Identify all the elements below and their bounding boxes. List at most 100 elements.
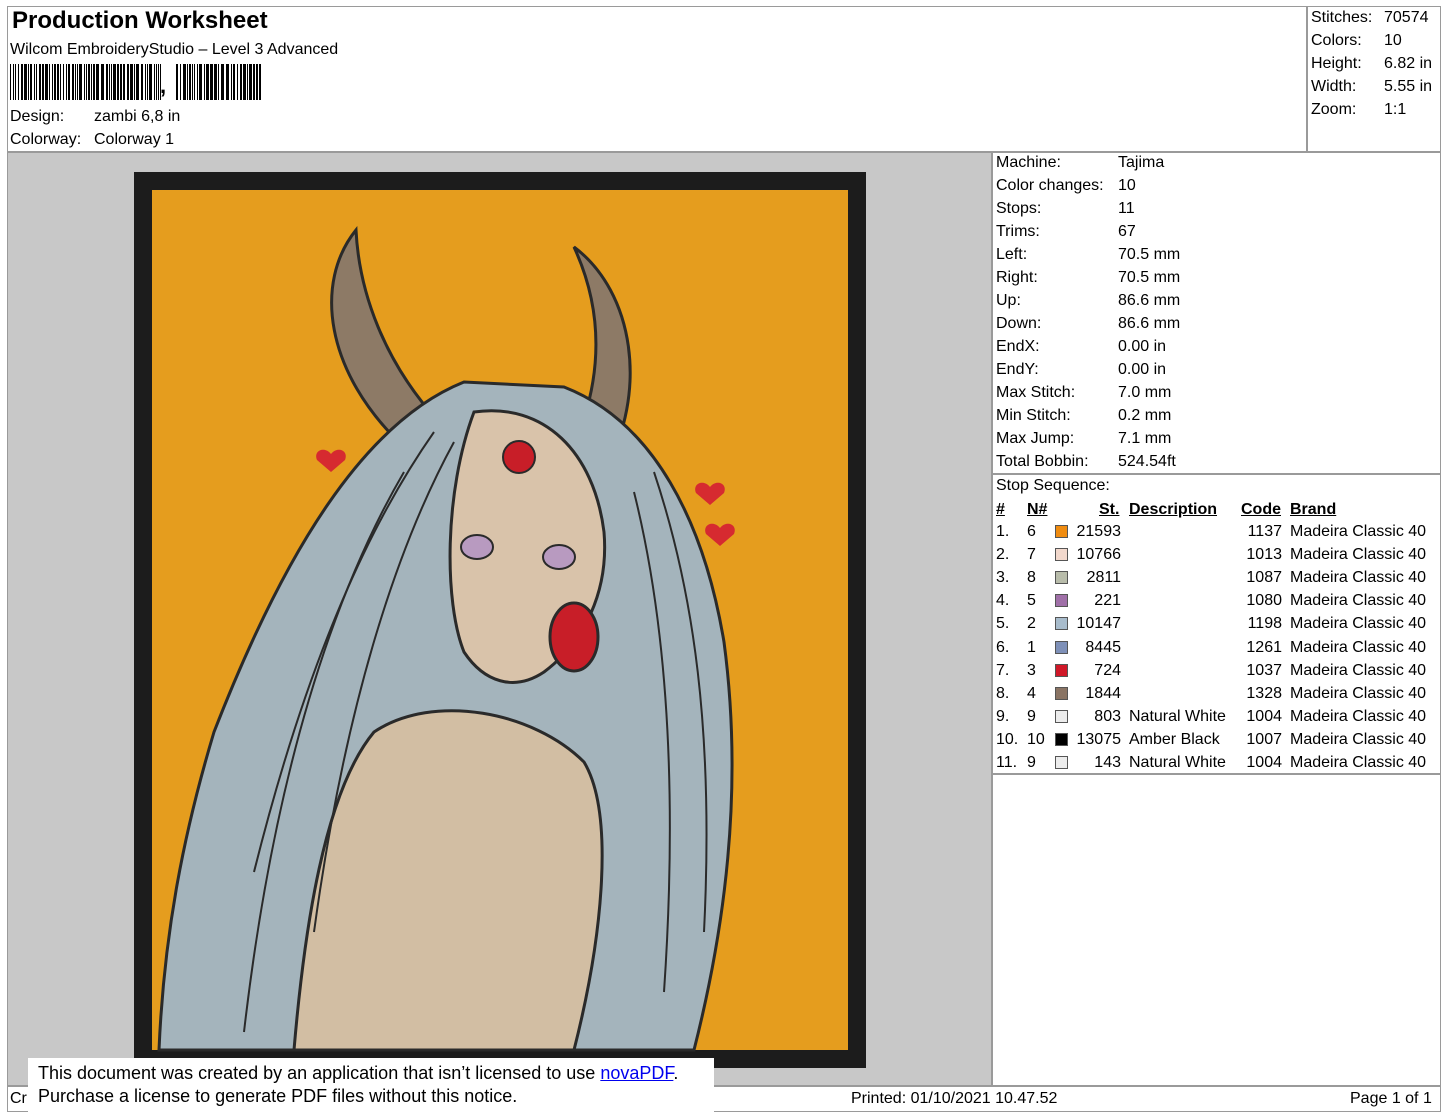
mouth [548, 601, 600, 673]
barcode-bar [79, 64, 82, 100]
cell-index: 9. [996, 707, 1010, 725]
table-row: 10. 10 13075 Amber Black 1007 Madeira Classic… [995, 730, 1440, 753]
barcode-bar [231, 64, 232, 100]
barcode-bar [141, 64, 143, 100]
barcode-suffix: , [160, 73, 167, 98]
cell-needle: 3 [1027, 661, 1036, 679]
trims-value: 67 [1118, 223, 1136, 240]
left-eye [460, 534, 494, 560]
design-preview-pane [7, 152, 992, 1086]
cell-brand: Madeira Classic 40 [1290, 661, 1427, 679]
barcode-bar [18, 64, 19, 100]
barcode-bar [77, 64, 78, 100]
left-label: Left: [996, 246, 1028, 263]
barcode-bar [183, 64, 186, 100]
color-changes-value: 10 [1118, 177, 1136, 194]
header-brand: Brand [1290, 501, 1337, 518]
barcode-bar [28, 64, 29, 100]
barcode-bar [15, 64, 16, 100]
barcode-bar [156, 64, 157, 100]
up-value: 86.6 mm [1118, 292, 1181, 309]
barcode-bar [109, 64, 110, 100]
cell-brand: Madeira Classic 40 [1290, 754, 1427, 771]
cell-index: 2. [996, 546, 1010, 564]
cell-stitches: 1844 [1085, 684, 1121, 702]
barcode-bar [180, 64, 181, 100]
cell-stitches: 724 [1094, 661, 1121, 679]
cell-code: 1013 [1246, 546, 1282, 564]
barcode-bar [147, 64, 148, 100]
max-stitch-label: Max Stitch: [996, 384, 1076, 401]
header-description: Description [1129, 501, 1218, 518]
summary-colors-value: 10 [1384, 32, 1402, 49]
cell-stitches: 21593 [1076, 523, 1122, 540]
max-jump-value: 7.1 mm [1118, 430, 1172, 447]
barcode-bar [21, 64, 23, 100]
endy-value: 0.00 in [1118, 361, 1167, 378]
cell-description: Natural White [1129, 707, 1226, 725]
color-swatch [1055, 709, 1068, 723]
cell-needle: 8 [1027, 569, 1036, 587]
cell-stitches: 143 [1094, 754, 1121, 771]
barcode-bar [91, 64, 92, 100]
cell-stitches: 10766 [1076, 546, 1122, 564]
barcode-bar [158, 64, 159, 100]
stops-label: Stops: [996, 200, 1042, 217]
colorway-value: Colorway 1 [94, 131, 175, 148]
barcode-bar [233, 64, 235, 100]
barcode-bar [214, 64, 217, 100]
barcode-bar [189, 64, 191, 100]
cell-code: 1004 [1246, 754, 1282, 771]
cell-description: Amber Black [1129, 730, 1220, 748]
cell-index: 6. [996, 638, 1010, 656]
max-jump-label: Max Jump: [996, 430, 1075, 447]
cell-brand: Madeira Classic 40 [1290, 523, 1427, 540]
color-changes-label: Color changes: [996, 177, 1104, 194]
cell-needle: 9 [1027, 754, 1036, 771]
cell-description: Natural White [1129, 754, 1226, 771]
down-value: 86.6 mm [1118, 315, 1181, 332]
barcode-bar [66, 64, 67, 100]
summary-height-label: Height: [1311, 55, 1362, 72]
cell-code: 1007 [1246, 730, 1282, 748]
machine-value: Tajima [1118, 154, 1165, 171]
barcode-bar [210, 64, 213, 100]
right-label: Right: [996, 269, 1038, 286]
cell-needle: 7 [1027, 546, 1036, 564]
barcode-bar [45, 64, 48, 100]
cell-brand: Madeira Classic 40 [1290, 569, 1427, 587]
design-value: zambi 6,8 in [94, 108, 181, 125]
cell-code: 1037 [1246, 661, 1282, 679]
novapdf-link[interactable]: novaPDF [600, 1063, 673, 1083]
barcode-bar [49, 64, 50, 100]
min-stitch-value: 0.2 mm [1118, 407, 1172, 424]
footer-page: Page 1 of 1 [1350, 1090, 1432, 1107]
cell-needle: 9 [1027, 707, 1036, 725]
barcode-bar [101, 64, 104, 100]
barcode-bar [72, 64, 74, 100]
cell-needle: 5 [1027, 592, 1036, 610]
endy-label: EndY: [996, 361, 1039, 378]
max-stitch-value: 7.0 mm [1118, 384, 1172, 401]
cell-brand: Madeira Classic 40 [1290, 684, 1427, 702]
cell-needle: 4 [1027, 684, 1036, 702]
barcode-bar [54, 64, 56, 100]
barcode-bar [130, 64, 133, 100]
cell-brand: Madeira Classic 40 [1290, 546, 1427, 564]
header-needle: N# [1027, 501, 1048, 518]
total-bobbin-value: 524.54ft [1118, 453, 1176, 470]
notes-panel [992, 774, 1441, 1086]
summary-height-value: 6.82 in [1384, 55, 1433, 72]
table-row: 5. 2 10147 1198 Madeira Classic 40 [995, 614, 1440, 637]
barcode-bar [57, 64, 59, 100]
notice-period: . [673, 1063, 679, 1083]
cell-stitches: 13075 [1076, 730, 1122, 748]
barcode-bar [206, 64, 209, 100]
color-swatch [1055, 525, 1068, 538]
cell-needle: 6 [1027, 523, 1036, 540]
min-stitch-label: Min Stitch: [996, 407, 1071, 424]
cell-code: 1087 [1246, 569, 1282, 587]
endx-label: EndX: [996, 338, 1040, 355]
color-swatch [1055, 571, 1068, 585]
barcode-bar [13, 64, 14, 100]
